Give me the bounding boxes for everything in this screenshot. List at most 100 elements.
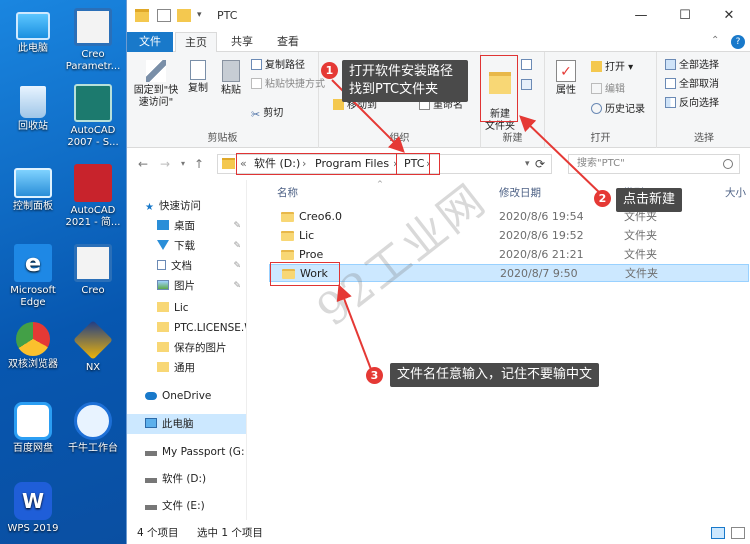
easy-access-icon xyxy=(521,79,532,90)
desktop-icon-control-panel[interactable]: 控制面板 xyxy=(3,168,63,213)
open-button[interactable]: 打开 ▾ xyxy=(591,60,633,75)
desktop-icon-wps-2019[interactable]: W WPS 2019 xyxy=(3,482,63,535)
pin-icon[interactable]: ✎ xyxy=(233,256,241,276)
file-date: 2020/8/6 21:21 xyxy=(499,248,584,261)
properties-button[interactable]: ✓ 属性 xyxy=(551,58,581,97)
breadcrumb-ptc[interactable]: PTC xyxy=(404,157,424,171)
paste-icon xyxy=(222,60,240,82)
nav-item-saved-pictures[interactable]: 保存的图片 xyxy=(127,338,246,358)
copy-button[interactable]: 复制 xyxy=(183,58,213,95)
details-view-icon[interactable] xyxy=(711,527,725,539)
maximize-button[interactable]: ☐ xyxy=(663,0,707,32)
recycle-bin-icon xyxy=(20,86,46,118)
desktop-icon-autocad-2021[interactable]: AutoCAD 2021 - 简... xyxy=(63,164,123,229)
back-arrow-icon[interactable]: ← xyxy=(135,156,151,172)
pin-icon[interactable]: ✎ xyxy=(233,236,241,256)
title-bar: ▾ PTC — ☐ ✕ xyxy=(127,0,750,32)
select-none-button[interactable]: 全部取消 xyxy=(665,77,719,92)
forward-arrow-icon[interactable]: → xyxy=(157,156,173,172)
address-bar[interactable]: « 软件 (D:) › Program Files › PTC › ▾ xyxy=(217,154,552,174)
desktop-icon-nx[interactable]: NX xyxy=(63,320,123,374)
nav-item-drive-d[interactable]: 软件 (D:) xyxy=(127,469,246,489)
desktop-icon-label: 百度网盘 xyxy=(13,443,53,454)
tab-view[interactable]: 查看 xyxy=(267,32,309,52)
clipboard-group-label: 剪贴板 xyxy=(207,133,238,144)
history-button[interactable]: 历史记录 xyxy=(591,102,645,117)
tab-share[interactable]: 共享 xyxy=(221,32,263,52)
recent-locations-icon[interactable]: ▾ xyxy=(175,156,191,172)
file-date: 2020/8/7 9:50 xyxy=(500,267,578,280)
edit-button[interactable]: 编辑 xyxy=(591,82,625,97)
help-icon[interactable]: ? xyxy=(731,35,745,49)
properties-check-icon[interactable] xyxy=(157,9,171,22)
nav-item-this-pc[interactable]: 此电脑 xyxy=(127,414,246,434)
nav-item-drive-e[interactable]: 文件 (E:) xyxy=(127,496,246,516)
desktop-icon-creo[interactable]: Creo xyxy=(63,244,123,297)
new-folder-quick-icon[interactable] xyxy=(177,9,191,22)
folder-icon xyxy=(282,269,295,279)
tab-file[interactable]: 文件 xyxy=(127,32,173,52)
annotation-callout-1: 打开软件安装路径 找到PTC文件夹 xyxy=(342,60,468,102)
download-icon xyxy=(157,240,169,250)
nav-item-downloads[interactable]: 下载 ✎ xyxy=(127,236,246,256)
desktop-icon-baidu-netdisk[interactable]: 百度网盘 xyxy=(3,402,63,455)
nav-item-lic[interactable]: Lic xyxy=(127,298,246,318)
edge-icon: e xyxy=(14,244,52,282)
minimize-button[interactable]: — xyxy=(619,0,663,32)
pin-to-quick-access-button[interactable]: 固定到"快速访问" xyxy=(129,58,183,109)
nav-item-label: 下载 xyxy=(174,240,195,252)
pin-icon[interactable]: ✎ xyxy=(233,276,241,296)
selection-count: 选中 1 个项目 xyxy=(197,527,263,539)
nav-item-my-passport[interactable]: My Passport (G: xyxy=(127,442,246,462)
nav-item-onedrive[interactable]: OneDrive xyxy=(127,386,246,406)
column-header-size[interactable]: 大小 xyxy=(725,185,746,200)
item-count: 4 个项目 xyxy=(137,527,179,539)
search-input[interactable]: 搜索"PTC" xyxy=(568,154,740,174)
invert-selection-button[interactable]: 反向选择 xyxy=(665,96,719,111)
breadcrumb-overflow[interactable]: « xyxy=(240,157,247,171)
file-list: 名称 ^ 修改日期 类型 大小 Creo6.0 2020/8/6 19:54 文… xyxy=(267,180,750,520)
paste-shortcut-label: 粘贴快捷方式 xyxy=(265,79,325,90)
refresh-icon[interactable]: ⟳ xyxy=(535,157,545,171)
select-all-button[interactable]: 全部选择 xyxy=(665,58,719,73)
desktop-icon-autocad-2007[interactable]: AutoCAD 2007 - S... xyxy=(63,84,123,149)
collapse-ribbon-icon[interactable]: ⌃ xyxy=(711,35,719,46)
desktop-icon-recycle-bin[interactable]: 回收站 xyxy=(3,86,63,133)
desktop-icon-label: 双核浏览器 xyxy=(8,359,58,370)
copy-path-icon xyxy=(251,59,262,70)
paste-shortcut-icon xyxy=(251,78,262,89)
paste-button[interactable]: 粘贴 xyxy=(215,58,247,97)
paste-shortcut-button[interactable]: 粘贴快捷方式 xyxy=(251,77,325,92)
breadcrumb-program-files[interactable]: Program Files xyxy=(315,157,389,171)
address-dropdown-icon[interactable]: ▾ xyxy=(525,157,530,171)
column-header-name[interactable]: 名称 xyxy=(277,185,298,200)
nav-item-documents[interactable]: 文档 ✎ xyxy=(127,256,246,276)
desktop-icon-dual-core-browser[interactable]: 双核浏览器 xyxy=(3,322,63,371)
copy-path-button[interactable]: 复制路径 xyxy=(251,58,305,73)
new-folder-button[interactable]: 新建 文件夹 xyxy=(483,58,517,133)
pin-icon xyxy=(146,60,166,82)
nav-item-pictures[interactable]: 图片 ✎ xyxy=(127,276,246,296)
easy-access-button[interactable] xyxy=(521,78,535,93)
new-item-button[interactable] xyxy=(521,58,535,73)
cut-button[interactable]: ✂ 剪切 xyxy=(251,106,283,121)
up-arrow-icon[interactable]: ↑ xyxy=(191,156,207,172)
pin-icon[interactable]: ✎ xyxy=(233,216,241,236)
cut-label: 剪切 xyxy=(263,108,284,119)
desktop-icon-creo-parametric[interactable]: Creo Parametr... xyxy=(63,8,123,73)
nav-item-quick-access[interactable]: ★ 快速访问 xyxy=(127,196,246,216)
nav-item-ptc-license[interactable]: PTC.LICENSE.W xyxy=(127,318,246,338)
nav-item-general[interactable]: 通用 xyxy=(127,358,246,378)
desktop-icon-microsoft-edge[interactable]: e Microsoft Edge xyxy=(3,244,63,309)
large-icons-view-icon[interactable] xyxy=(731,527,745,539)
close-button[interactable]: ✕ xyxy=(707,0,750,32)
table-row[interactable]: Lic 2020/8/6 19:52 文件夹 xyxy=(269,227,749,245)
breadcrumb-drive-d[interactable]: 软件 (D:) xyxy=(254,157,300,171)
desktop-icon-qianniu[interactable]: 千牛工作台 xyxy=(63,402,123,455)
customize-quick-access-icon[interactable]: ▾ xyxy=(197,10,207,23)
desktop-icon-this-pc[interactable]: 此电脑 xyxy=(3,8,63,55)
nav-item-label: 文档 xyxy=(171,260,192,272)
tab-home[interactable]: 主页 xyxy=(175,32,217,52)
nav-item-desktop[interactable]: 桌面 ✎ xyxy=(127,216,246,236)
column-header-date[interactable]: 修改日期 xyxy=(499,185,541,200)
